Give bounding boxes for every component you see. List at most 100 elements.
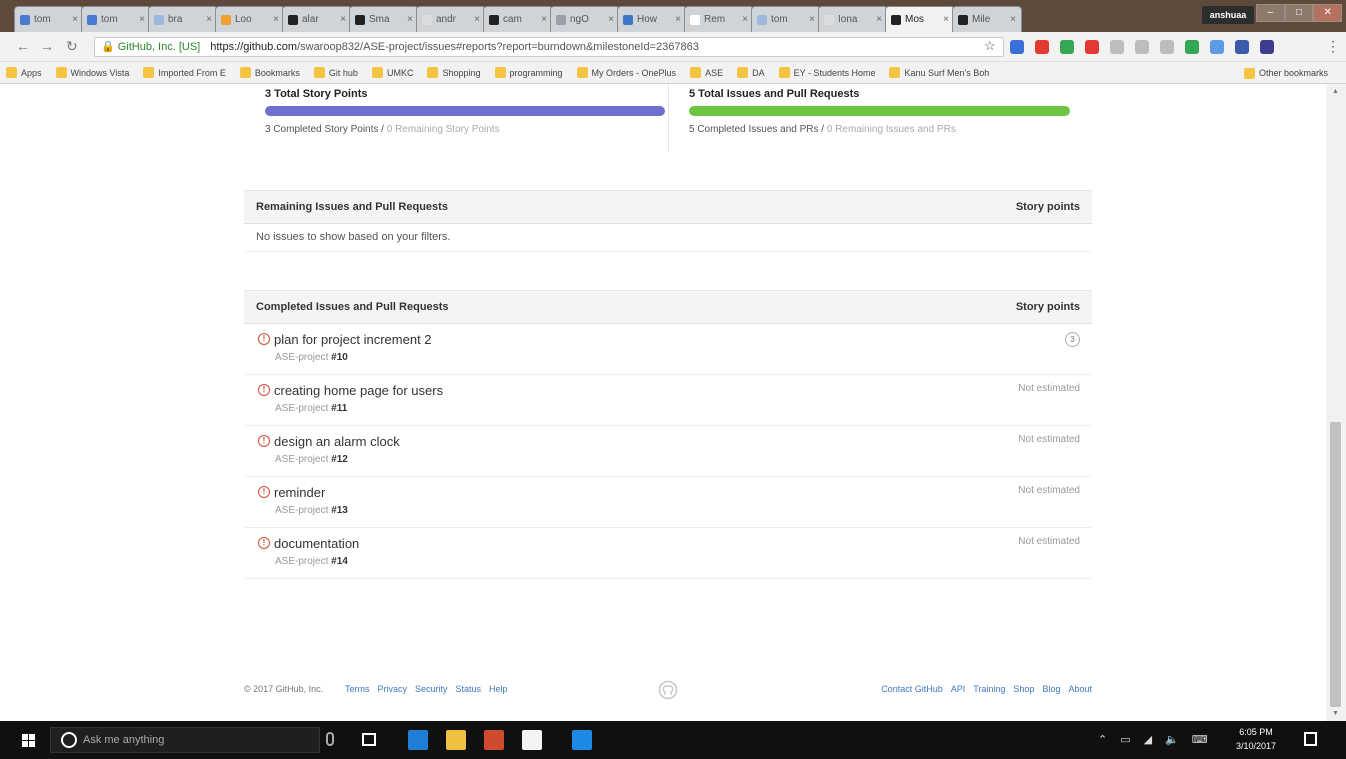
bookmark-item[interactable]: Git hub bbox=[313, 67, 358, 78]
tab-close-icon[interactable]: × bbox=[541, 14, 547, 25]
bookmark-item[interactable]: Shopping bbox=[427, 67, 481, 78]
browser-tab[interactable]: Mos × bbox=[885, 6, 955, 32]
browser-tab[interactable]: cam × bbox=[483, 6, 553, 32]
tab-close-icon[interactable]: × bbox=[72, 14, 78, 25]
browser-tab[interactable]: Rem × bbox=[684, 6, 754, 32]
extension-icon[interactable] bbox=[1210, 40, 1224, 54]
tab-close-icon[interactable]: × bbox=[139, 14, 145, 25]
other-bookmarks[interactable]: Other bookmarks bbox=[1243, 62, 1328, 83]
extension-icon[interactable] bbox=[1110, 40, 1124, 54]
tab-close-icon[interactable]: × bbox=[474, 14, 480, 25]
bookmark-item[interactable]: UMKC bbox=[371, 67, 413, 78]
tab-close-icon[interactable]: × bbox=[206, 14, 212, 25]
extension-icon[interactable] bbox=[1260, 40, 1274, 54]
extension-icon[interactable] bbox=[1085, 40, 1099, 54]
scrollbar-thumb[interactable] bbox=[1330, 422, 1341, 707]
footer-link-security[interactable]: Security bbox=[415, 684, 448, 694]
paint-app-icon[interactable] bbox=[484, 730, 504, 750]
forward-arrow-icon[interactable]: → bbox=[40, 38, 54, 54]
browser-tab[interactable]: ngO × bbox=[550, 6, 620, 32]
footer-link-help[interactable]: Help bbox=[489, 684, 508, 694]
browser-tab[interactable]: Loo × bbox=[215, 6, 285, 32]
browser-tab[interactable]: andr × bbox=[416, 6, 486, 32]
tab-close-icon[interactable]: × bbox=[608, 14, 614, 25]
bookmark-item[interactable]: Windows Vista bbox=[55, 67, 129, 78]
extension-icon[interactable] bbox=[1060, 40, 1074, 54]
back-arrow-icon[interactable]: ← bbox=[16, 38, 30, 54]
issue-title-link[interactable]: creating home page for users bbox=[274, 383, 443, 398]
browser-tab[interactable]: How × bbox=[617, 6, 687, 32]
tab-close-icon[interactable]: × bbox=[876, 14, 882, 25]
issue-title-link[interactable]: documentation bbox=[274, 536, 359, 551]
browser-tab[interactable]: tom × bbox=[751, 6, 821, 32]
cortana-search-box[interactable]: Ask me anything bbox=[50, 727, 320, 753]
extension-icon[interactable] bbox=[1185, 40, 1199, 54]
bookmark-item[interactable]: Bookmarks bbox=[239, 67, 300, 78]
browser-tab[interactable]: alar × bbox=[282, 6, 352, 32]
keyboard-icon[interactable]: ⌨ bbox=[1192, 733, 1208, 746]
bookmark-item[interactable]: programming bbox=[494, 67, 563, 78]
battery-icon[interactable]: ▭ bbox=[1120, 733, 1130, 746]
issue-title-link[interactable]: reminder bbox=[274, 485, 325, 500]
browser-tab[interactable]: Iona × bbox=[818, 6, 888, 32]
extension-icon[interactable] bbox=[1035, 40, 1049, 54]
bookmark-star-icon[interactable]: ☆ bbox=[984, 38, 996, 54]
issue-title-link[interactable]: plan for project increment 2 bbox=[274, 332, 432, 347]
bookmark-item[interactable]: DA bbox=[737, 67, 765, 78]
footer-link-contact-github[interactable]: Contact GitHub bbox=[881, 684, 943, 694]
browser-menu-icon[interactable]: ⋮ bbox=[1326, 38, 1340, 55]
footer-link-status[interactable]: Status bbox=[456, 684, 482, 694]
github-logo-icon[interactable] bbox=[658, 680, 678, 700]
footer-link-api[interactable]: API bbox=[951, 684, 966, 694]
profile-button[interactable]: anshuaa bbox=[1202, 6, 1254, 24]
volume-icon[interactable]: 🔈 bbox=[1165, 733, 1179, 746]
tab-close-icon[interactable]: × bbox=[407, 14, 413, 25]
browser-tab[interactable]: tom × bbox=[14, 6, 84, 32]
extension-icon[interactable] bbox=[1010, 40, 1024, 54]
task-view-icon[interactable] bbox=[362, 733, 376, 746]
taskbar-clock[interactable]: 6:05 PM 3/10/2017 bbox=[1236, 725, 1276, 753]
minimize-button[interactable]: – bbox=[1256, 4, 1285, 22]
tab-close-icon[interactable]: × bbox=[1010, 14, 1016, 25]
browser-tab[interactable]: Sma × bbox=[349, 6, 419, 32]
extension-icon[interactable] bbox=[1235, 40, 1249, 54]
address-bar[interactable]: 🔒 GitHub, Inc. [US] https://github.com/swa… bbox=[94, 37, 1004, 57]
scroll-down-arrow-icon[interactable]: ▼ bbox=[1332, 710, 1339, 717]
store-icon[interactable] bbox=[522, 730, 542, 750]
tab-close-icon[interactable]: × bbox=[273, 14, 279, 25]
close-window-button[interactable]: ✕ bbox=[1313, 4, 1343, 22]
bookmark-item[interactable]: Apps bbox=[6, 67, 42, 78]
action-center-icon[interactable] bbox=[1304, 732, 1317, 746]
tab-close-icon[interactable]: × bbox=[675, 14, 681, 25]
footer-link-training[interactable]: Training bbox=[973, 684, 1005, 694]
reload-icon[interactable]: ↻ bbox=[66, 38, 78, 55]
footer-link-blog[interactable]: Blog bbox=[1042, 684, 1060, 694]
maximize-button[interactable]: □ bbox=[1284, 4, 1314, 22]
tab-close-icon[interactable]: × bbox=[809, 14, 815, 25]
windows-start-icon[interactable] bbox=[22, 734, 35, 747]
bookmark-item[interactable]: Imported From E bbox=[143, 67, 226, 78]
bookmark-item[interactable]: ASE bbox=[690, 67, 723, 78]
browser-tab[interactable]: Mile × bbox=[952, 6, 1022, 32]
bookmark-item[interactable]: My Orders - OnePlus bbox=[576, 67, 676, 78]
footer-link-terms[interactable]: Terms bbox=[345, 684, 370, 694]
browser-tab[interactable]: tom × bbox=[81, 6, 151, 32]
file-explorer-icon[interactable] bbox=[446, 730, 466, 750]
extension-icon[interactable] bbox=[1160, 40, 1174, 54]
network-icon[interactable]: ◢ bbox=[1144, 733, 1152, 746]
footer-link-privacy[interactable]: Privacy bbox=[378, 684, 408, 694]
tray-chevron-icon[interactable]: ⌃ bbox=[1098, 733, 1107, 746]
microphone-icon[interactable] bbox=[326, 732, 334, 746]
edge-browser-icon[interactable] bbox=[408, 730, 428, 750]
tab-close-icon[interactable]: × bbox=[340, 14, 346, 25]
tab-close-icon[interactable]: × bbox=[943, 14, 949, 25]
extension-icon[interactable] bbox=[1135, 40, 1149, 54]
pinned-app-icon[interactable] bbox=[572, 730, 592, 750]
bookmark-item[interactable]: Kanu Surf Men's Boh bbox=[889, 67, 989, 78]
vertical-scrollbar[interactable]: ▲ ▼ bbox=[1326, 84, 1346, 721]
footer-link-shop[interactable]: Shop bbox=[1013, 684, 1034, 694]
tab-close-icon[interactable]: × bbox=[742, 14, 748, 25]
issue-title-link[interactable]: design an alarm clock bbox=[274, 434, 400, 449]
scroll-up-arrow-icon[interactable]: ▲ bbox=[1332, 88, 1339, 95]
footer-link-about[interactable]: About bbox=[1068, 684, 1092, 694]
